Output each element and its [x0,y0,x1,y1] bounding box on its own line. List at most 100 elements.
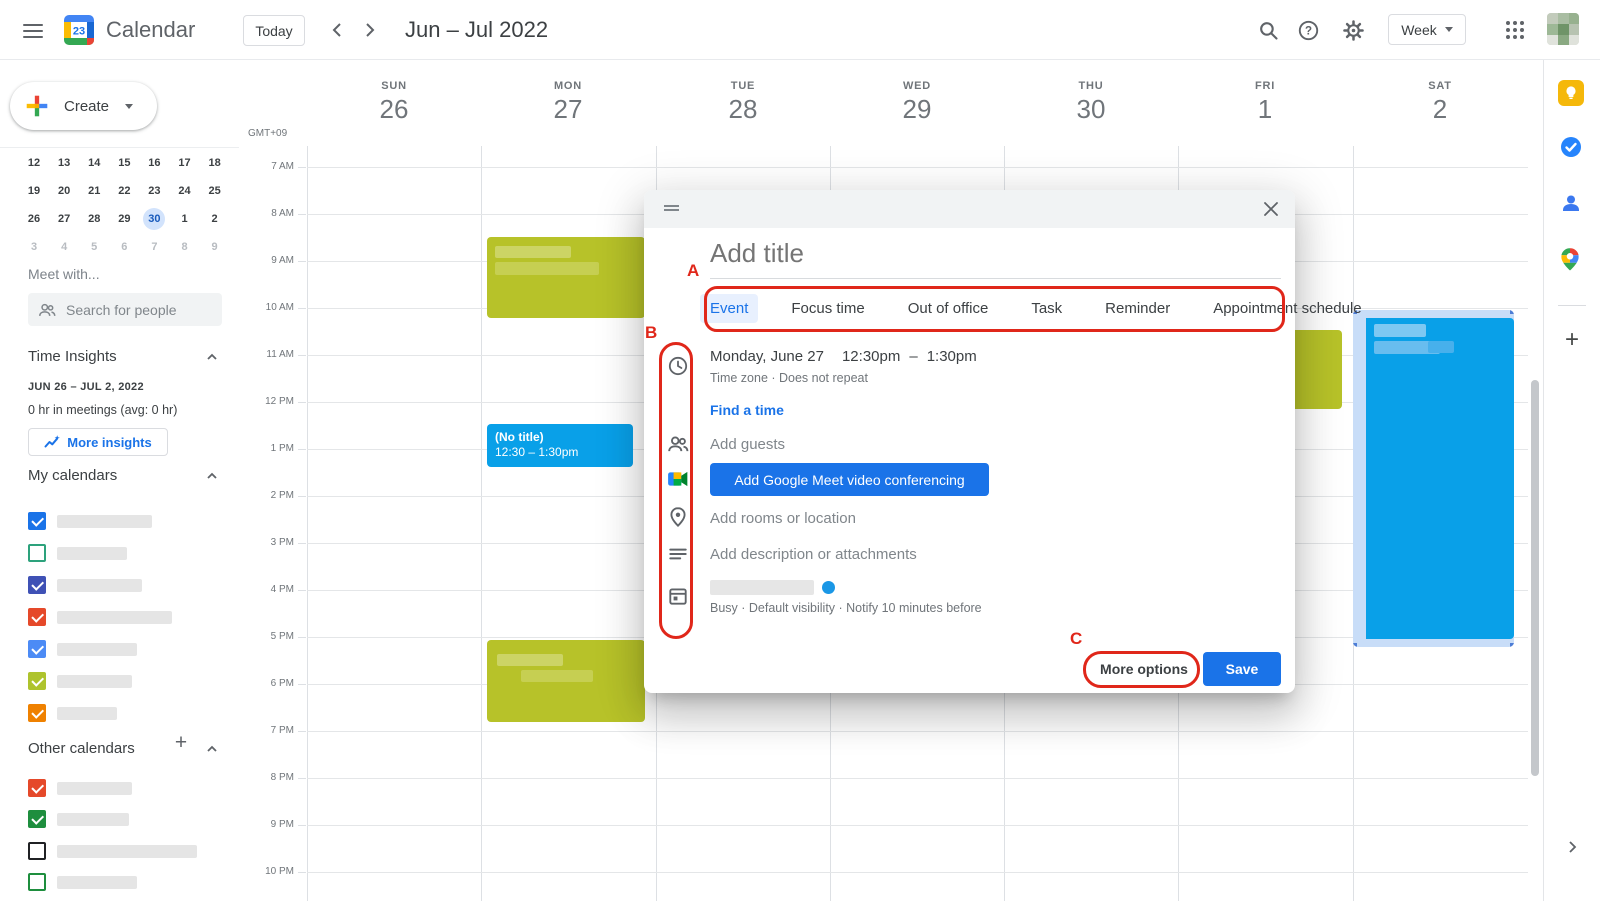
mini-calendar-day[interactable]: 13 [49,149,79,177]
mini-calendar-day[interactable]: 24 [169,177,199,205]
hide-panel-icon[interactable] [1563,838,1581,856]
mini-calendar-day[interactable]: 17 [169,149,199,177]
collapse-icon[interactable] [206,469,218,487]
mini-calendar-day[interactable]: 21 [79,177,109,205]
add-guests-input[interactable]: Add guests [710,436,1010,453]
mini-calendar-day[interactable]: 12 [19,149,49,177]
get-addons-icon[interactable]: + [1560,328,1584,352]
mini-calendar-day[interactable]: 8 [169,233,199,261]
maps-icon[interactable] [1558,247,1586,275]
previous-week-icon[interactable] [328,20,348,40]
mini-calendar-day[interactable]: 20 [49,177,79,205]
mini-calendar-day[interactable]: 30 [139,205,169,233]
mini-calendar-day[interactable]: 4 [49,233,79,261]
event-no-title[interactable]: (No title) 12:30 – 1:30pm [487,424,633,467]
add-other-calendar-icon[interactable]: + [170,732,192,754]
calendar-list-item[interactable] [28,703,117,723]
resize-handle[interactable] [1510,643,1514,647]
calendar-list-item[interactable] [28,575,142,595]
tab-focus-time[interactable]: Focus time [781,294,874,323]
calendar-checkbox[interactable] [28,512,46,530]
calendar-checkbox[interactable] [28,640,46,658]
settings-gear-icon[interactable] [1343,20,1364,41]
calendar-list-item[interactable] [28,671,132,691]
day-header-number[interactable]: 2 [1433,94,1447,125]
day-header-number[interactable]: 28 [729,94,758,125]
calendar-list-item[interactable] [28,607,172,627]
event-monday-evening[interactable] [487,640,645,722]
calendar-list-item[interactable] [28,809,129,829]
search-icon[interactable] [1258,20,1279,41]
save-button[interactable]: Save [1203,652,1281,686]
resize-handle[interactable] [1353,643,1357,647]
today-button[interactable]: Today [243,15,305,46]
keep-icon[interactable] [1558,80,1586,108]
create-button[interactable]: Create [10,82,157,130]
mini-calendar-day[interactable]: 6 [109,233,139,261]
vertical-scrollbar[interactable] [1531,380,1539,776]
drag-handle-icon[interactable] [664,205,679,213]
calendar-list-item[interactable] [28,841,197,861]
tab-event[interactable]: Event [700,294,758,323]
mini-calendar-day[interactable]: 18 [200,149,230,177]
main-menu-icon[interactable] [23,20,43,40]
mini-calendar-day[interactable]: 26 [19,205,49,233]
mini-calendar-day[interactable]: 27 [49,205,79,233]
view-selector-button[interactable]: Week [1388,14,1466,45]
day-header-number[interactable]: 29 [903,94,932,125]
calendar-list-item[interactable] [28,543,127,563]
calendar-color-dot[interactable] [822,581,835,594]
calendar-checkbox[interactable] [28,873,46,891]
calendar-list-item[interactable] [28,511,152,531]
tab-reminder[interactable]: Reminder [1095,294,1180,323]
resize-handle[interactable] [1510,310,1514,314]
mini-calendar-day[interactable]: 25 [200,177,230,205]
more-insights-button[interactable]: More insights [28,428,168,456]
calendar-checkbox[interactable] [28,810,46,828]
mini-calendar-day[interactable]: 14 [79,149,109,177]
calendar-checkbox[interactable] [28,672,46,690]
day-header-number[interactable]: 27 [554,94,583,125]
calendar-checkbox[interactable] [28,544,46,562]
tab-appointment-schedule[interactable]: Appointment schedule [1203,294,1371,323]
event-datetime-row[interactable]: Monday, June 2712:30pm–1:30pm [710,348,977,365]
collapse-icon[interactable] [206,742,218,760]
tasks-icon[interactable] [1558,134,1586,162]
mini-calendar-day[interactable]: 9 [200,233,230,261]
event-title-input[interactable] [710,238,1275,269]
calendar-list-item[interactable] [28,639,137,659]
calendar-checkbox[interactable] [28,576,46,594]
collapse-icon[interactable] [206,350,218,368]
mini-calendar-day[interactable]: 23 [139,177,169,205]
day-header-number[interactable]: 30 [1077,94,1106,125]
calendar-name-redacted[interactable] [710,580,814,595]
day-header-number[interactable]: 26 [380,94,409,125]
search-people-input[interactable]: Search for people [28,293,222,326]
google-apps-icon[interactable] [1506,21,1524,39]
next-week-icon[interactable] [359,20,379,40]
calendar-list-item[interactable] [28,872,137,892]
day-header-number[interactable]: 1 [1258,94,1272,125]
calendar-checkbox[interactable] [28,842,46,860]
more-options-button[interactable]: More options [1095,652,1193,686]
mini-calendar-day[interactable]: 5 [79,233,109,261]
calendar-checkbox[interactable] [28,779,46,797]
event-monday-morning[interactable] [487,237,645,318]
close-icon[interactable] [1261,199,1281,219]
tab-out-of-office[interactable]: Out of office [898,294,999,323]
mini-calendar-day[interactable]: 3 [19,233,49,261]
tab-task[interactable]: Task [1021,294,1072,323]
mini-calendar-day[interactable]: 29 [109,205,139,233]
calendar-list-item[interactable] [28,778,132,798]
mini-calendar-day[interactable]: 2 [200,205,230,233]
mini-calendar-day[interactable]: 15 [109,149,139,177]
visibility-settings-line[interactable]: Busy · Default visibility · Notify 10 mi… [710,601,982,615]
mini-calendar-day[interactable]: 28 [79,205,109,233]
mini-calendar-day[interactable]: 16 [139,149,169,177]
add-meet-button[interactable]: Add Google Meet video conferencing [710,463,989,496]
add-description-input[interactable]: Add description or attachments [710,546,917,563]
dialog-drag-bar[interactable] [644,190,1295,228]
help-icon[interactable]: ? [1298,20,1319,41]
add-location-input[interactable]: Add rooms or location [710,510,856,527]
mini-calendar-day[interactable]: 19 [19,177,49,205]
